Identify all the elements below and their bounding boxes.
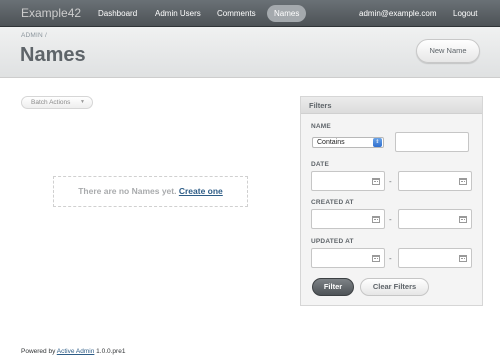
calendar-icon[interactable] — [459, 216, 467, 223]
logout-link[interactable]: Logout — [446, 5, 484, 22]
filters-title: Filters — [301, 97, 482, 114]
nav-item-admin-users[interactable]: Admin Users — [148, 5, 208, 22]
name-operator-select[interactable]: Contains ⇕ — [312, 137, 384, 148]
created-at-range-separator: - — [389, 215, 392, 224]
title-bar: ADMIN / Names New Name — [0, 27, 500, 78]
footer-version: 1.0.0.pre1 — [96, 348, 126, 355]
page-title: Names — [20, 44, 86, 66]
updated-at-from-input[interactable] — [311, 248, 385, 268]
calendar-icon[interactable] — [372, 178, 380, 185]
date-range-separator: - — [389, 177, 392, 186]
created-at-filter-label: CREATED AT — [311, 199, 354, 206]
filters-panel: Filters NAME Contains ⇕ DATE - CREATED A… — [300, 96, 483, 306]
created-at-to-input[interactable] — [398, 209, 472, 229]
name-value-input[interactable] — [395, 132, 469, 152]
footer-prefix: Powered by — [21, 348, 56, 355]
new-name-button[interactable]: New Name — [416, 39, 480, 63]
blank-slate-message: There are no Names yet. — [78, 186, 177, 196]
batch-actions-label: Batch Actions — [31, 99, 71, 106]
blank-slate: There are no Names yet. Create one — [53, 176, 248, 207]
filter-button[interactable]: Filter — [312, 278, 354, 296]
nav-item-comments[interactable]: Comments — [210, 5, 263, 22]
user-email-link[interactable]: admin@example.com — [352, 5, 443, 22]
date-filter-label: DATE — [311, 161, 330, 168]
updated-at-to-input[interactable] — [398, 248, 472, 268]
active-admin-link[interactable]: Active Admin — [57, 348, 95, 355]
updated-at-filter-label: UPDATED AT — [311, 238, 354, 245]
name-operator-value: Contains — [317, 139, 345, 146]
header-bar: Example42 Dashboard Admin Users Comments… — [0, 0, 500, 27]
name-filter-label: NAME — [311, 123, 331, 130]
site-title[interactable]: Example42 — [21, 6, 81, 20]
footer: Powered by Active Admin 1.0.0.pre1 — [21, 348, 125, 355]
date-to-input[interactable] — [398, 171, 472, 191]
calendar-icon[interactable] — [459, 255, 467, 262]
calendar-icon[interactable] — [372, 255, 380, 262]
calendar-icon[interactable] — [459, 178, 467, 185]
create-one-link[interactable]: Create one — [179, 186, 223, 196]
created-at-from-input[interactable] — [311, 209, 385, 229]
breadcrumb[interactable]: ADMIN / — [21, 32, 47, 39]
nav-item-names[interactable]: Names — [267, 5, 307, 22]
calendar-icon[interactable] — [372, 216, 380, 223]
date-from-input[interactable] — [311, 171, 385, 191]
chevron-down-icon: ▼ — [80, 99, 85, 105]
clear-filters-button[interactable]: Clear Filters — [360, 278, 429, 296]
updated-at-range-separator: - — [389, 254, 392, 263]
select-arrows-icon: ⇕ — [373, 138, 382, 147]
batch-actions-button[interactable]: Batch Actions ▼ — [21, 96, 93, 109]
nav-item-dashboard[interactable]: Dashboard — [91, 5, 144, 22]
